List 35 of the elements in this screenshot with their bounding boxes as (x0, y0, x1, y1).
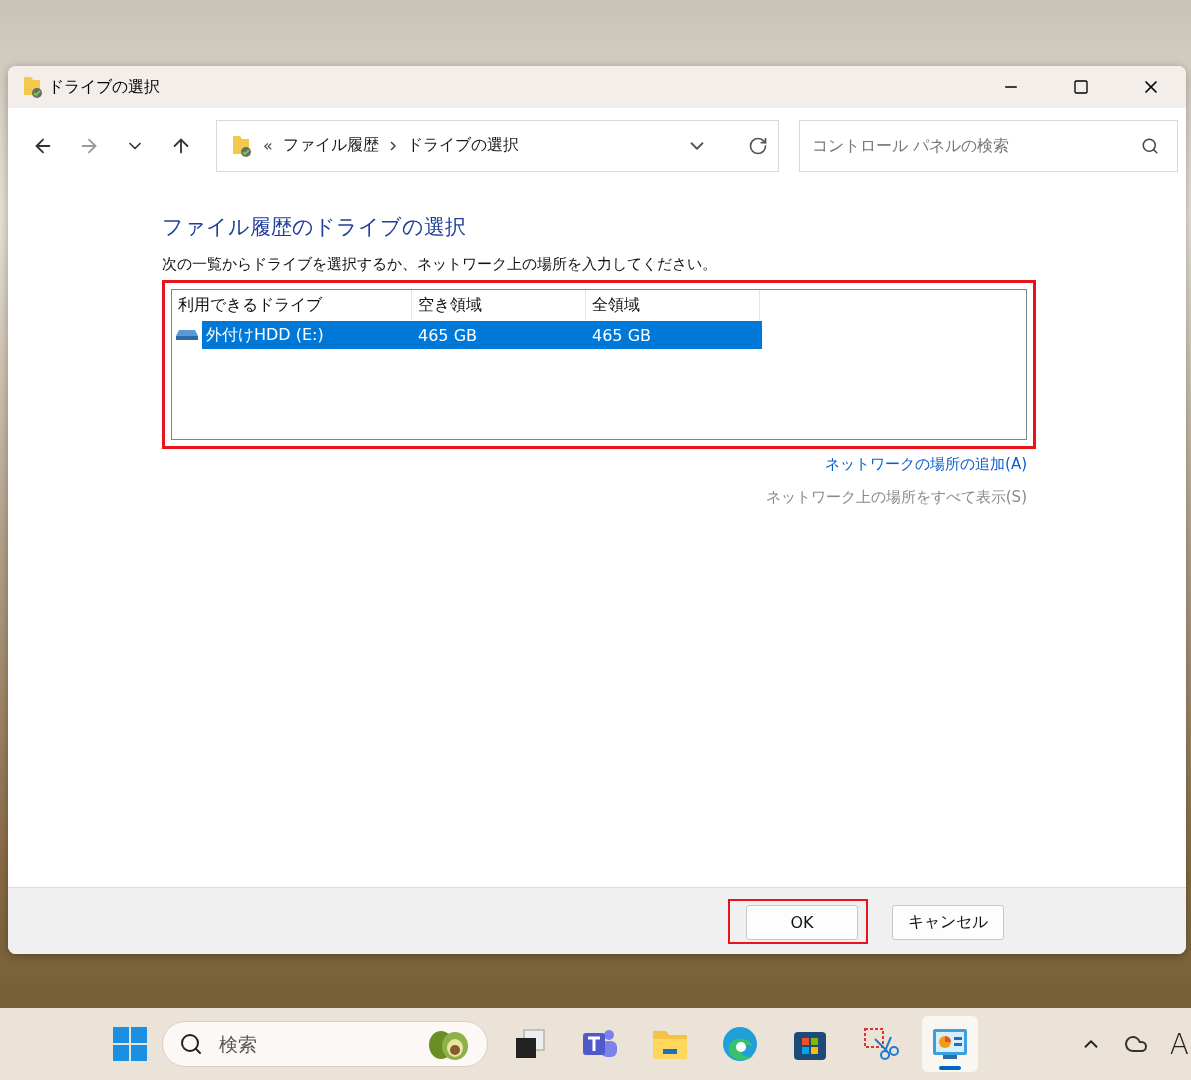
overflow-chevrons[interactable]: « (263, 136, 273, 155)
table-cell-text: 465 GB (591, 325, 652, 345)
input-mode-indicator[interactable]: A (1169, 1027, 1189, 1061)
link[interactable]: ネットワークの場所の追加(A) (825, 455, 1027, 474)
address-bar[interactable]: « ファイル履歴 ドライブの選択 (216, 119, 779, 172)
search-icon (1141, 136, 1159, 155)
instruction-text: 次の一覧からドライブを選択するか、ネットワーク上の場所を入力してください。 (162, 255, 718, 274)
folder-icon (231, 133, 253, 158)
column-header[interactable]: 空き領域 (412, 290, 586, 320)
windows-logo-icon[interactable] (112, 1026, 148, 1062)
refresh-icon (748, 135, 768, 156)
taskbar-search-field[interactable]: 検索 (162, 1021, 488, 1067)
page-heading: ファイル履歴のドライブの選択 (162, 214, 467, 241)
search-icon (179, 1032, 203, 1056)
window-title: ドライブの選択 (48, 76, 161, 98)
maximize-icon[interactable] (1073, 79, 1089, 95)
edge-icon (721, 1025, 759, 1063)
search-field[interactable]: コントロール パネルの検索 (799, 119, 1178, 172)
table-cell-text: 465 GB (417, 325, 478, 345)
table-cell-text: 外付けHDD (E:) (205, 324, 325, 346)
drive-icon (175, 329, 199, 341)
active-indicator (939, 1066, 961, 1070)
control-panel-icon (931, 1026, 969, 1062)
dialog-button[interactable]: OK (746, 904, 858, 940)
column-header[interactable]: 全領域 (586, 290, 760, 320)
breadcrumb-item[interactable]: ドライブの選択 (406, 135, 519, 156)
drive-list[interactable]: 利用できるドライブ 空き領域 全領域 外付けHDD (E:) 465 GB 465 GB (171, 289, 1027, 440)
breadcrumb-item[interactable]: ファイル履歴 (282, 135, 379, 156)
column-header[interactable]: 利用できるドライブ (172, 290, 412, 320)
taskbar-search-input[interactable]: 検索 (217, 1032, 411, 1056)
dialog-button[interactable]: キャンセル (892, 904, 1004, 940)
drive-row[interactable]: 外付けHDD (E:) 465 GB 465 GB (202, 321, 762, 349)
folder-icon (22, 75, 44, 99)
chevron-right-icon (388, 140, 397, 151)
scissors-icon (861, 1025, 899, 1063)
